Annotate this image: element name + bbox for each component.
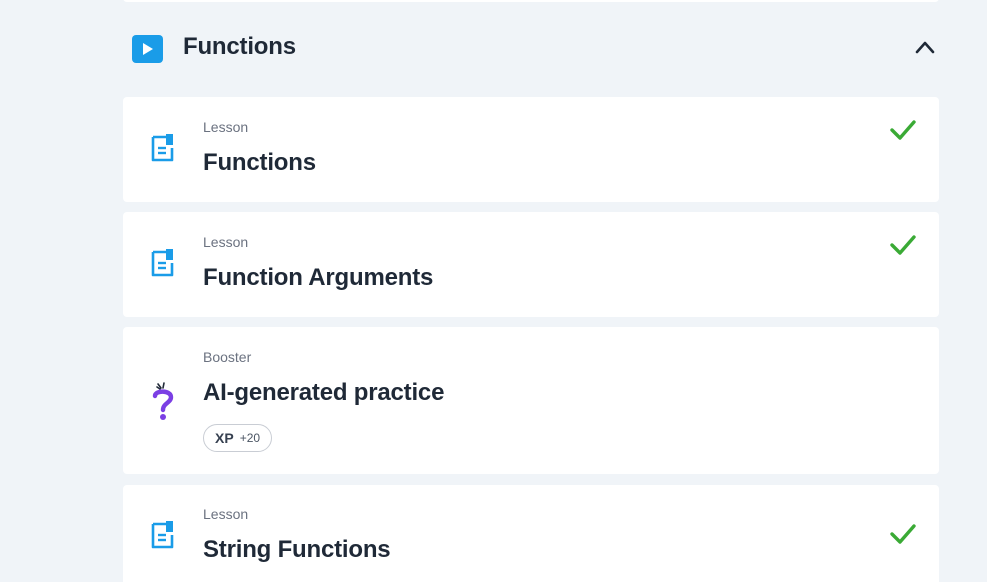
section-title: Functions bbox=[183, 33, 296, 60]
lesson-document-icon bbox=[151, 249, 174, 277]
lesson-card-function-arguments[interactable]: Lesson Function Arguments bbox=[123, 212, 939, 317]
checkmark-icon bbox=[890, 524, 916, 544]
xp-reward-badge: XP +20 bbox=[203, 424, 273, 452]
item-title: Functions bbox=[203, 149, 316, 176]
item-title: String Functions bbox=[203, 536, 391, 563]
lesson-card-string-functions[interactable]: Lesson String Functions bbox=[123, 485, 939, 582]
item-type-label: Lesson bbox=[203, 234, 249, 250]
question-mark-icon bbox=[152, 382, 174, 420]
course-page: Functions Lesson Functions Lesson Functi… bbox=[0, 0, 987, 582]
lesson-document-icon bbox=[151, 134, 174, 162]
lesson-card-functions[interactable]: Lesson Functions bbox=[123, 97, 939, 202]
item-title: Function Arguments bbox=[203, 264, 434, 291]
lesson-document-icon bbox=[151, 521, 174, 549]
item-title: AI-generated practice bbox=[203, 379, 445, 406]
item-type-label: Lesson bbox=[203, 119, 249, 135]
chevron-up-icon bbox=[915, 41, 935, 54]
play-icon bbox=[132, 35, 163, 63]
item-type-label: Lesson bbox=[203, 506, 249, 522]
section-header[interactable]: Functions bbox=[123, 28, 939, 68]
checkmark-icon bbox=[890, 120, 916, 140]
checkmark-icon bbox=[890, 235, 916, 255]
collapse-section-button[interactable] bbox=[911, 34, 939, 62]
xp-amount: +20 bbox=[239, 431, 261, 445]
xp-label: XP bbox=[215, 430, 234, 446]
booster-card-ai-practice[interactable]: Booster AI-generated practice XP +20 bbox=[123, 327, 939, 474]
item-type-label: Booster bbox=[203, 349, 252, 365]
previous-section-card-edge bbox=[123, 0, 939, 2]
